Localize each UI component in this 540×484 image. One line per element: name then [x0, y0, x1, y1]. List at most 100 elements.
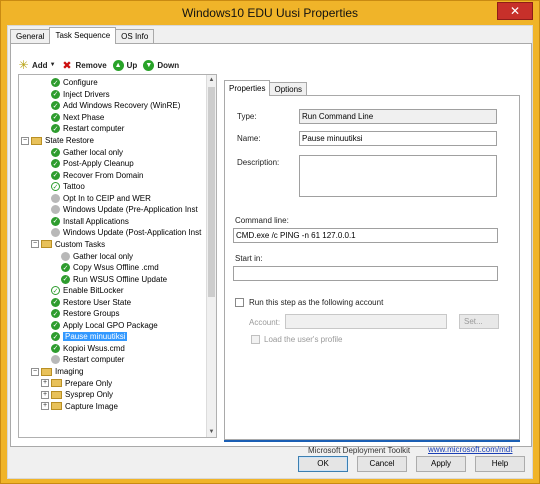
- tab-general[interactable]: General: [10, 29, 51, 44]
- start-in-field[interactable]: [233, 266, 498, 281]
- tree-item-label: Run WSUS Offline Update: [73, 274, 168, 284]
- type-label: Type:: [237, 112, 257, 121]
- tree-item-label: Apply Local GPO Package: [63, 320, 158, 330]
- ok-button[interactable]: OK: [298, 456, 348, 472]
- tree-item-label: Restore Groups: [63, 309, 120, 319]
- tree-item-label: Add Windows Recovery (WinRE): [63, 101, 181, 111]
- mdt-brand: Microsoft Deployment Toolkit: [308, 446, 411, 455]
- tree-group[interactable]: − Custom Tasks: [31, 239, 105, 251]
- footer-divider: [224, 440, 520, 442]
- scroll-thumb[interactable]: [208, 87, 215, 297]
- chevron-down-icon: ▼: [49, 62, 56, 68]
- step-tabs: Properties Options: [224, 80, 308, 96]
- tree-group[interactable]: + Prepare Only: [41, 377, 112, 389]
- tree-item-label: Sysprep Only: [65, 390, 114, 400]
- remove-label: Remove: [75, 60, 107, 70]
- tab-options[interactable]: Options: [269, 82, 308, 96]
- check-icon: ✓: [51, 216, 60, 226]
- tree-step[interactable]: ✓ Configure: [41, 77, 98, 89]
- collapse-icon[interactable]: −: [21, 136, 29, 145]
- check-icon: ✓: [51, 182, 60, 192]
- disabled-step-icon: [51, 193, 60, 203]
- run-as-checkbox[interactable]: [235, 298, 244, 307]
- scroll-down-arrow-icon[interactable]: ▼: [207, 427, 216, 437]
- tab-task-sequence[interactable]: Task Sequence: [49, 27, 117, 44]
- check-icon: ✓: [51, 170, 60, 180]
- tree-step[interactable]: Windows Update (Pre-Application Inst: [41, 204, 198, 216]
- tree-item-label: Gather local only: [73, 251, 134, 261]
- run-as-label: Run this step as the following account: [249, 298, 384, 307]
- tree-step[interactable]: ✓ Add Windows Recovery (WinRE): [41, 100, 180, 112]
- tree-item-label: Post-Apply Cleanup: [63, 159, 134, 169]
- add-button[interactable]: ✳ Add ▼: [18, 58, 56, 72]
- tree-step[interactable]: ✓ Copy Wsus Offline .cmd: [51, 262, 159, 274]
- tree-group[interactable]: − State Restore: [21, 135, 94, 147]
- tree-group[interactable]: + Sysprep Only: [41, 389, 113, 401]
- load-profile-checkbox: [251, 335, 260, 344]
- folder-icon: [51, 390, 62, 399]
- task-sequence-tree[interactable]: ▲ ▼ ✓ Configure ✓ Inject Drivers ✓ Add Window…: [18, 74, 217, 438]
- tree-step[interactable]: ✓ Gather local only: [41, 146, 123, 158]
- tree-scrollbar[interactable]: ▲ ▼: [206, 75, 216, 437]
- check-icon: ✓: [51, 343, 60, 353]
- mdt-link[interactable]: www.microsoft.com/mdt: [428, 445, 512, 454]
- tree-item-label: Restart computer: [63, 355, 125, 365]
- tree-step[interactable]: ✓ Restore User State: [41, 296, 131, 308]
- tree-step[interactable]: ✓ Enable BitLocker: [41, 285, 123, 297]
- tree-item-label: Capture Image: [65, 401, 118, 411]
- remove-x-icon: ✖: [62, 59, 72, 72]
- main-tabs: General Task Sequence OS Info: [10, 27, 155, 44]
- up-button[interactable]: ▲ Up: [112, 59, 137, 71]
- tree-item-label: Pause minuutiksi: [63, 332, 128, 342]
- name-label: Name:: [237, 134, 261, 143]
- cancel-button[interactable]: Cancel: [357, 456, 407, 472]
- check-icon: ✓: [51, 297, 60, 307]
- tree-step[interactable]: ✓ Run WSUS Offline Update: [51, 273, 167, 285]
- apply-button[interactable]: Apply: [416, 456, 466, 472]
- tree-step[interactable]: Opt In to CEIP and WER: [41, 193, 151, 205]
- tree-step[interactable]: ✓ Pause minuutiksi: [41, 331, 128, 343]
- expand-icon[interactable]: +: [41, 402, 49, 411]
- scroll-up-arrow-icon[interactable]: ▲: [207, 75, 216, 85]
- expand-icon[interactable]: +: [41, 379, 49, 388]
- disabled-step-icon: [51, 355, 60, 365]
- tree-step[interactable]: ✓ Install Applications: [41, 216, 129, 228]
- tree-step[interactable]: ✓ Next Phase: [41, 112, 104, 124]
- help-button[interactable]: Help: [475, 456, 525, 472]
- tree-step[interactable]: ✓ Restore Groups: [41, 308, 119, 320]
- collapse-icon[interactable]: −: [31, 240, 39, 249]
- tree-step[interactable]: ✓ Apply Local GPO Package: [41, 320, 158, 332]
- window-title: Windows10 EDU Uusi Properties: [181, 6, 359, 20]
- down-button[interactable]: ▼ Down: [143, 59, 179, 71]
- tree-step[interactable]: ✓ Restart computer: [41, 123, 124, 135]
- close-button[interactable]: ✕: [497, 2, 533, 20]
- tree-step[interactable]: Restart computer: [41, 354, 124, 366]
- folder-icon: [31, 136, 42, 145]
- tree-item-label: Kopioi Wsus.cmd: [63, 343, 125, 353]
- check-icon: ✓: [61, 263, 70, 273]
- description-field[interactable]: [299, 155, 497, 197]
- tree-step[interactable]: Gather local only: [51, 250, 133, 262]
- tree-step[interactable]: Windows Update (Post-Application Inst: [41, 227, 201, 239]
- tab-os-info[interactable]: OS Info: [115, 29, 155, 44]
- tree-step[interactable]: ✓ Tattoo: [41, 181, 85, 193]
- check-icon: ✓: [61, 274, 70, 284]
- tree-item-label: Windows Update (Pre-Application Inst: [63, 205, 198, 215]
- tab-properties[interactable]: Properties: [224, 80, 271, 96]
- tree-group[interactable]: + Capture Image: [41, 400, 118, 412]
- check-icon: ✓: [51, 78, 60, 88]
- tree-step[interactable]: ✓ Kopioi Wsus.cmd: [41, 343, 125, 355]
- expand-icon[interactable]: +: [41, 390, 49, 399]
- disabled-step-icon: [51, 205, 60, 215]
- collapse-icon[interactable]: −: [31, 367, 39, 376]
- remove-button[interactable]: ✖ Remove: [62, 59, 107, 72]
- tree-group[interactable]: − Imaging: [31, 366, 83, 378]
- folder-icon: [41, 240, 52, 249]
- command-line-field[interactable]: CMD.exe /c PING -n 61 127.0.0.1: [233, 228, 498, 243]
- folder-icon: [41, 367, 52, 376]
- tree-step[interactable]: ✓ Inject Drivers: [41, 89, 110, 101]
- tree-step[interactable]: ✓ Recover From Domain: [41, 169, 143, 181]
- name-field[interactable]: Pause minuutiksi: [299, 131, 497, 146]
- tree-step[interactable]: ✓ Post-Apply Cleanup: [41, 158, 134, 170]
- tree-item-label: Next Phase: [63, 112, 105, 122]
